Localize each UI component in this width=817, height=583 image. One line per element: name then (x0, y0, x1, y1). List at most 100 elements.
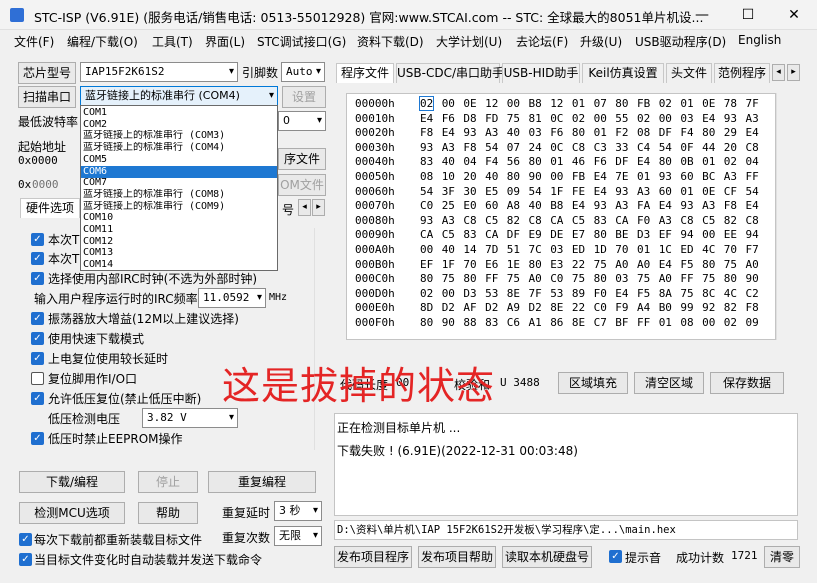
hex-byte[interactable]: A0 (615, 258, 628, 271)
hex-byte[interactable]: A0 (746, 258, 759, 271)
menu-program[interactable]: 编程/下载(O) (67, 33, 138, 50)
hex-byte[interactable]: 88 (463, 316, 476, 329)
hex-byte[interactable]: 1E (507, 258, 520, 271)
hex-byte[interactable]: 08 (420, 170, 433, 183)
hex-byte[interactable]: A3 (615, 199, 628, 212)
hex-byte[interactable]: 80 (702, 258, 715, 271)
hex-byte[interactable]: F4 (485, 155, 498, 168)
menu-university[interactable]: 大学计划(U) (436, 33, 502, 50)
hex-byte[interactable]: 00 (702, 316, 715, 329)
hex-editor[interactable]: 00000h 02 00 0E 12 00 B8 12 01 07 80 FB 02 01 0E 78 7F 00… (346, 93, 776, 340)
menu-file[interactable]: 文件(F) (14, 33, 54, 50)
publish-project-button[interactable]: 发布项目程序 (334, 546, 412, 568)
hex-byte[interactable]: 80 (594, 228, 607, 241)
hex-byte[interactable]: EF (659, 228, 672, 241)
hex-byte[interactable]: 01 (637, 170, 650, 183)
maximize-button[interactable]: ☐ (725, 0, 771, 30)
hex-byte[interactable]: 86 (550, 316, 563, 329)
checkbox[interactable]: ✓ (31, 252, 44, 265)
reload-each-checkbox[interactable]: ✓ (19, 533, 32, 546)
hex-byte[interactable]: A0 (659, 272, 672, 285)
hex-byte[interactable]: 02 (420, 287, 433, 300)
hex-byte[interactable]: E4 (746, 126, 759, 139)
checkbox[interactable]: ✓ (31, 392, 44, 405)
hex-byte[interactable]: 40 (485, 170, 498, 183)
hex-byte[interactable]: D3 (637, 228, 650, 241)
hex-byte[interactable]: 89 (572, 287, 585, 300)
hex-byte[interactable]: 70 (724, 243, 737, 256)
hex-byte[interactable]: 22 (572, 258, 585, 271)
hex-byte[interactable]: FB (572, 170, 585, 183)
hex-byte[interactable]: 40 (507, 126, 520, 139)
repeat-count-select[interactable]: 无限 ▾ (274, 526, 322, 546)
hex-byte[interactable]: A9 (507, 301, 520, 314)
hex-byte[interactable]: 70 (615, 243, 628, 256)
hex-byte[interactable]: 75 (594, 258, 607, 271)
hex-byte[interactable]: E4 (702, 112, 715, 125)
hex-byte[interactable]: 12 (550, 97, 563, 110)
hex-byte[interactable]: 24 (529, 141, 542, 154)
hex-byte[interactable]: F7 (746, 243, 759, 256)
port-select[interactable]: 蓝牙链接上的标准串行 (COM4) ▾ (80, 86, 278, 106)
port-option[interactable]: COM14 (81, 259, 277, 271)
eeprom-address-value[interactable]: 0000 (32, 178, 59, 191)
hex-byte[interactable]: 20 (724, 141, 737, 154)
hex-byte[interactable]: 7F (746, 97, 759, 110)
fill-area-button[interactable]: 区域填充 (558, 372, 628, 394)
hex-byte[interactable]: 20 (463, 170, 476, 183)
hex-byte[interactable]: 60 (659, 185, 672, 198)
hex-byte[interactable]: 80 (659, 155, 672, 168)
hex-byte[interactable]: E4 (594, 170, 607, 183)
hex-byte[interactable]: D8 (463, 112, 476, 125)
hex-byte[interactable]: E5 (485, 185, 498, 198)
hex-byte[interactable]: 53 (485, 287, 498, 300)
open-eeprom-file-button[interactable]: OM文件 (278, 174, 326, 196)
hex-byte[interactable]: 40 (529, 199, 542, 212)
hex-byte[interactable]: E4 (659, 258, 672, 271)
hex-byte[interactable]: 75 (507, 272, 520, 285)
hex-byte[interactable]: 80 (724, 272, 737, 285)
tab-scroll-right[interactable]: ▸ (312, 199, 325, 216)
hex-byte[interactable]: 33 (615, 141, 628, 154)
hex-byte[interactable]: 93 (724, 112, 737, 125)
hex-byte[interactable]: 75 (724, 258, 737, 271)
hex-byte[interactable]: 93 (680, 199, 693, 212)
hex-byte[interactable]: 29 (724, 126, 737, 139)
hex-byte[interactable]: C6 (507, 316, 520, 329)
irc-frequency-select[interactable]: 11.0592 ▾ (198, 288, 266, 308)
hex-byte[interactable]: C0 (594, 301, 607, 314)
hex-byte[interactable]: 0E (463, 97, 476, 110)
hex-byte[interactable]: 09 (746, 316, 759, 329)
tab-hardware-options[interactable]: 硬件选项 (20, 198, 80, 218)
hex-byte[interactable]: 03 (615, 272, 628, 285)
hex-byte[interactable]: 09 (507, 185, 520, 198)
hex-scrollbar[interactable] (776, 93, 798, 340)
hex-byte[interactable]: CA (550, 214, 563, 227)
hex-byte[interactable]: C2 (746, 287, 759, 300)
hex-byte[interactable]: FE (572, 185, 585, 198)
hex-byte[interactable]: 80 (420, 272, 433, 285)
hex-byte[interactable]: D2 (529, 301, 542, 314)
hex-byte[interactable]: 80 (529, 258, 542, 271)
hex-byte[interactable]: ED (680, 243, 693, 256)
hex-byte[interactable]: 7F (529, 287, 542, 300)
hex-byte[interactable]: A3 (442, 141, 455, 154)
hex-byte[interactable]: 90 (746, 272, 759, 285)
checkbox[interactable] (31, 372, 44, 385)
hex-byte[interactable]: C4 (637, 141, 650, 154)
hex-byte[interactable]: C5 (572, 214, 585, 227)
hex-byte[interactable]: B0 (659, 301, 672, 314)
hex-byte[interactable]: F6 (550, 126, 563, 139)
menu-english[interactable]: English (738, 33, 781, 47)
hex-byte[interactable]: A3 (702, 199, 715, 212)
hex-byte[interactable]: 82 (724, 301, 737, 314)
hex-byte[interactable]: 00 (442, 97, 455, 110)
hex-byte[interactable]: 93 (420, 141, 433, 154)
hex-byte[interactable]: 8C (702, 287, 715, 300)
hex-byte[interactable]: 01 (637, 243, 650, 256)
hex-byte[interactable]: 51 (507, 243, 520, 256)
hex-byte[interactable]: 01 (659, 316, 672, 329)
hex-byte[interactable]: CF (724, 185, 737, 198)
hex-byte[interactable]: 93 (594, 199, 607, 212)
hex-byte[interactable]: 83 (485, 316, 498, 329)
